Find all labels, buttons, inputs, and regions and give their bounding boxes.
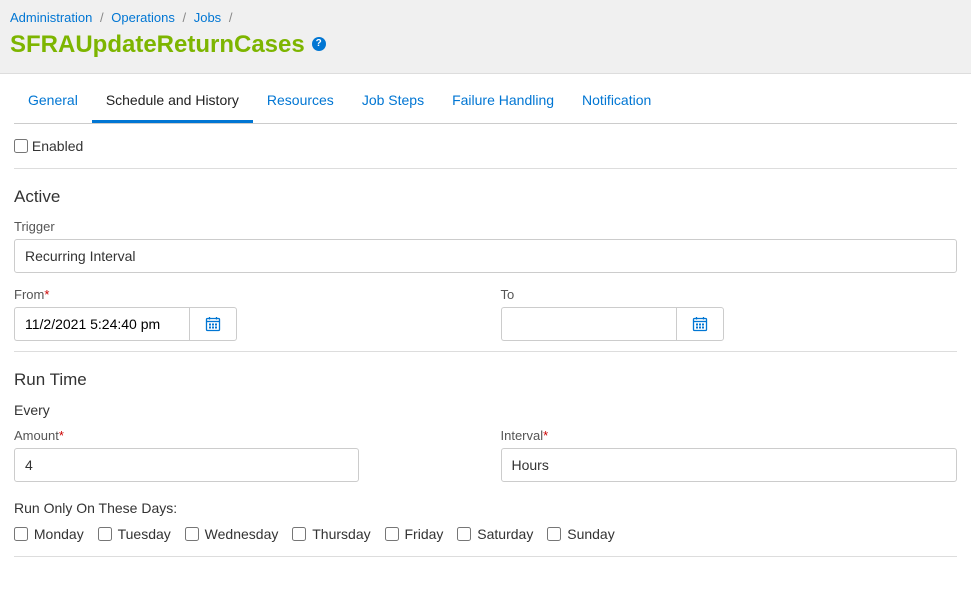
- tab-schedule-history[interactable]: Schedule and History: [92, 80, 253, 123]
- from-label: From*: [14, 287, 471, 302]
- breadcrumb-sep: /: [229, 10, 233, 25]
- tab-resources[interactable]: Resources: [253, 80, 348, 123]
- day-saturday-label: Saturday: [477, 526, 533, 542]
- tab-failure-handling[interactable]: Failure Handling: [438, 80, 568, 123]
- days-heading: Run Only On These Days:: [14, 500, 957, 516]
- to-input[interactable]: [501, 307, 676, 341]
- breadcrumb-operations[interactable]: Operations: [111, 10, 175, 25]
- calendar-icon: [205, 316, 221, 332]
- tab-notification[interactable]: Notification: [568, 80, 665, 123]
- breadcrumb-sep: /: [182, 10, 186, 25]
- day-friday-label: Friday: [405, 526, 444, 542]
- runtime-section: Run Time Every Amount* Interval* Run Onl…: [14, 352, 957, 556]
- trigger-label: Trigger: [14, 219, 957, 234]
- tab-job-steps[interactable]: Job Steps: [348, 80, 438, 123]
- enabled-checkbox[interactable]: [14, 139, 28, 153]
- breadcrumb-sep: /: [100, 10, 104, 25]
- breadcrumb: Administration / Operations / Jobs /: [10, 10, 961, 25]
- enabled-label: Enabled: [32, 138, 83, 154]
- from-date-group: [14, 307, 239, 341]
- day-saturday-checkbox[interactable]: [457, 527, 471, 541]
- day-sunday-label: Sunday: [567, 526, 614, 542]
- interval-input[interactable]: [501, 448, 958, 482]
- day-tuesday-checkbox[interactable]: [98, 527, 112, 541]
- day-friday-checkbox[interactable]: [385, 527, 399, 541]
- tab-general[interactable]: General: [14, 80, 92, 123]
- day-wednesday-label: Wednesday: [205, 526, 279, 542]
- to-date-group: [501, 307, 726, 341]
- active-section: Active Trigger From*: [14, 169, 957, 352]
- day-monday-checkbox[interactable]: [14, 527, 28, 541]
- section-divider: [14, 556, 957, 557]
- breadcrumb-jobs[interactable]: Jobs: [194, 10, 221, 25]
- active-heading: Active: [14, 187, 957, 207]
- day-thursday-checkbox[interactable]: [292, 527, 306, 541]
- content-area: General Schedule and History Resources J…: [0, 80, 971, 577]
- days-row: Monday Tuesday Wednesday Thursday Friday…: [14, 526, 957, 552]
- calendar-icon: [692, 316, 708, 332]
- from-calendar-button[interactable]: [189, 307, 237, 341]
- day-tuesday-label: Tuesday: [118, 526, 171, 542]
- tabs: General Schedule and History Resources J…: [14, 80, 957, 124]
- to-calendar-button[interactable]: [676, 307, 724, 341]
- to-label: To: [501, 287, 958, 302]
- help-icon[interactable]: ?: [312, 37, 326, 51]
- interval-label: Interval*: [501, 428, 958, 443]
- day-thursday-label: Thursday: [312, 526, 370, 542]
- runtime-heading: Run Time: [14, 370, 957, 390]
- enabled-row: Enabled: [14, 124, 957, 169]
- amount-input[interactable]: [14, 448, 359, 482]
- day-wednesday-checkbox[interactable]: [185, 527, 199, 541]
- trigger-field: Trigger: [14, 219, 957, 273]
- day-monday-label: Monday: [34, 526, 84, 542]
- every-label: Every: [14, 402, 957, 418]
- amount-label: Amount*: [14, 428, 471, 443]
- breadcrumb-administration[interactable]: Administration: [10, 10, 92, 25]
- page-title: SFRAUpdateReturnCases: [10, 31, 305, 59]
- day-sunday-checkbox[interactable]: [547, 527, 561, 541]
- header-bar: Administration / Operations / Jobs / SFR…: [0, 0, 971, 74]
- trigger-input[interactable]: [14, 239, 957, 273]
- from-input[interactable]: [14, 307, 189, 341]
